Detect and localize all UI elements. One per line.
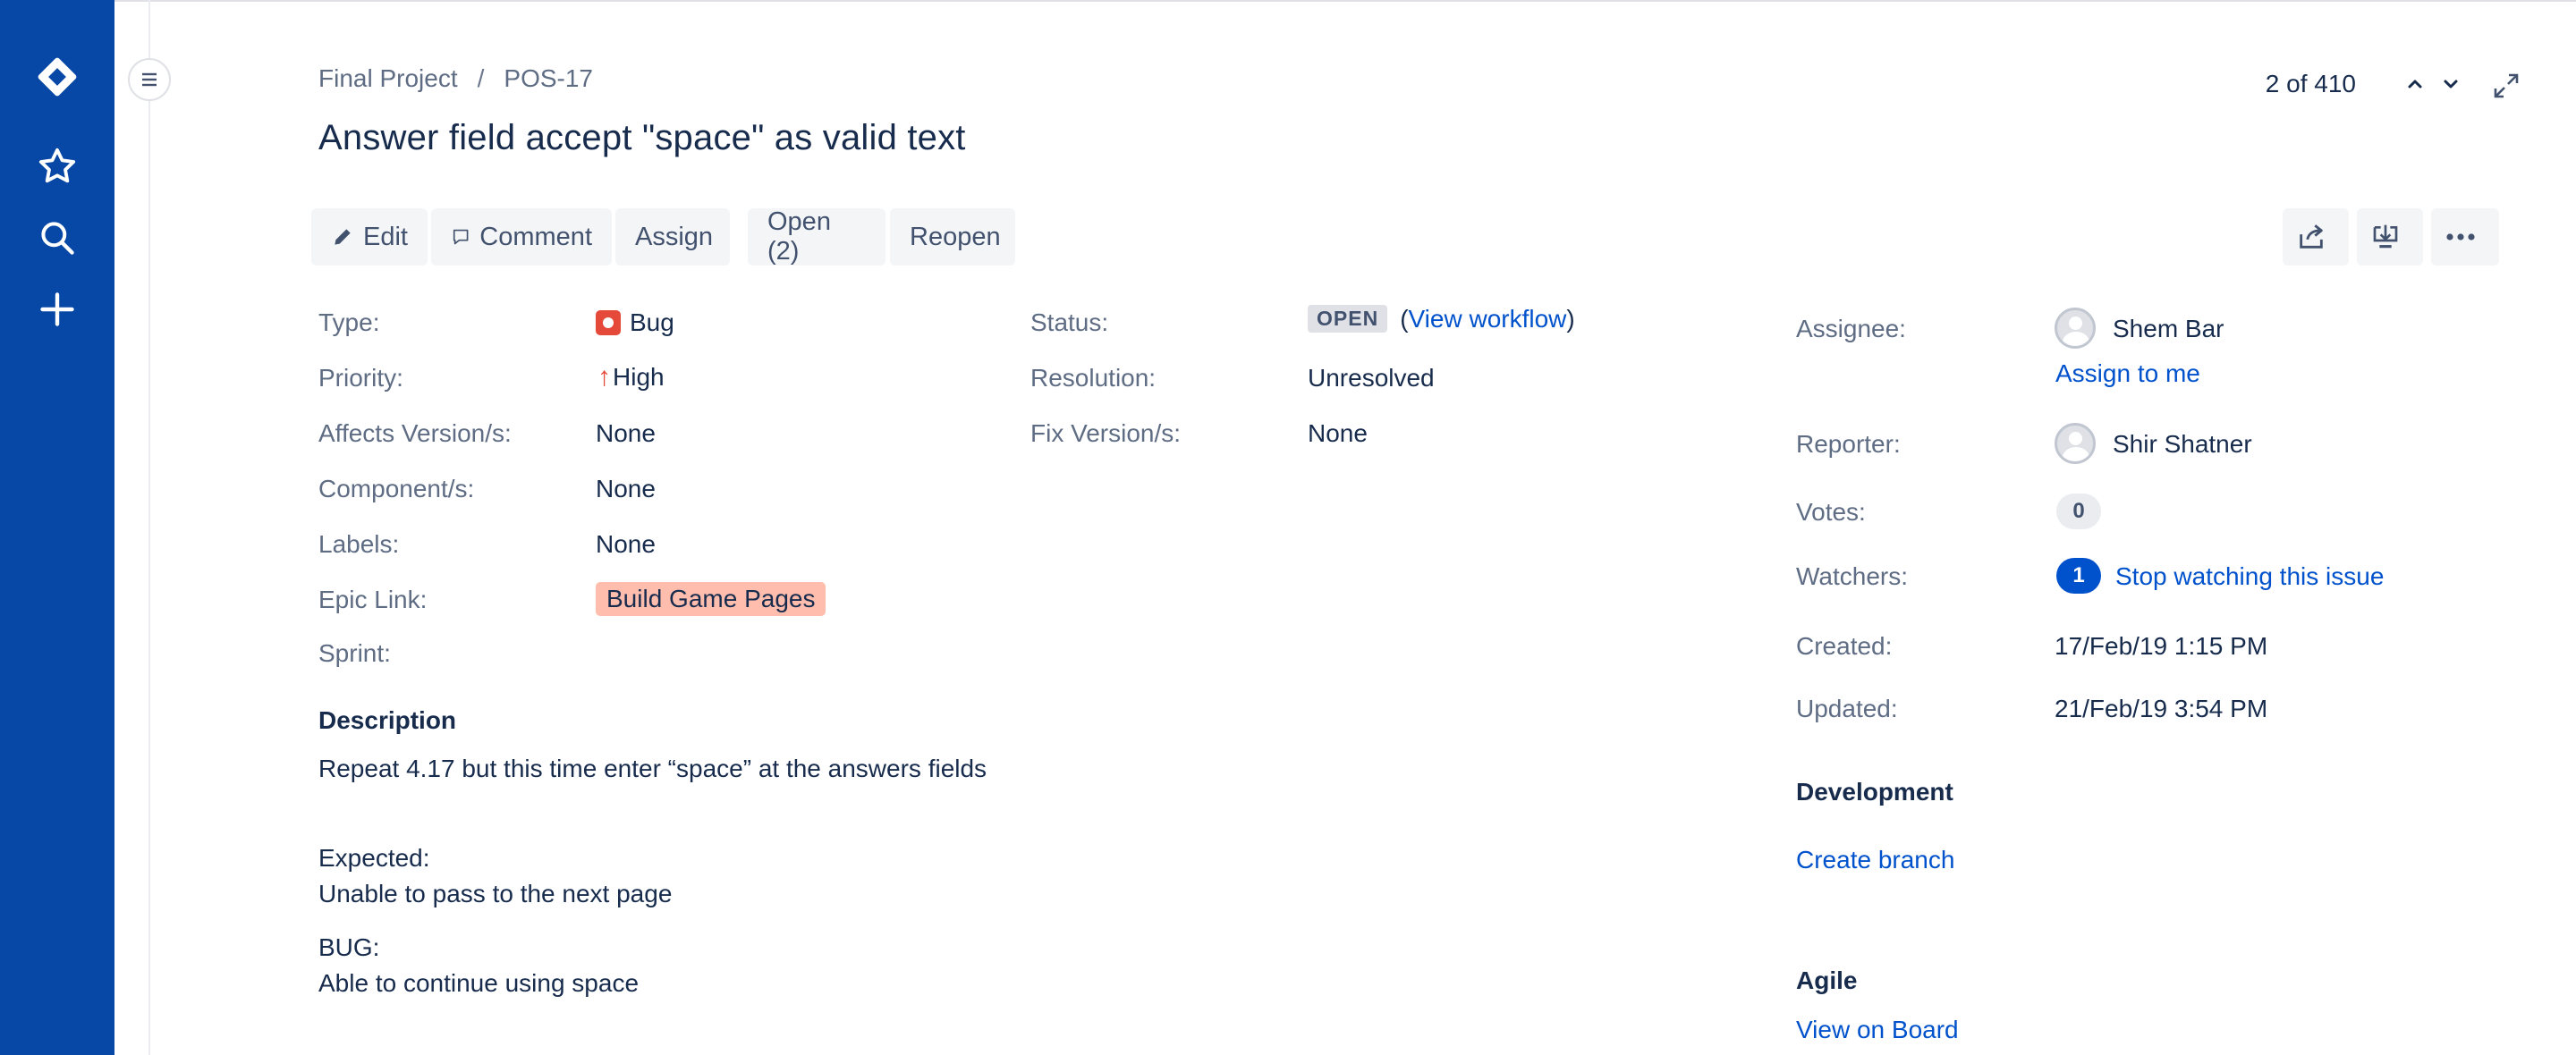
priority-high-icon: ↑	[597, 362, 611, 392]
type-value-text: Bug	[630, 308, 674, 336]
updated-value: 21/Feb/19 3:54 PM	[2055, 695, 2268, 722]
workflow-paren-close: )	[1566, 305, 1575, 333]
description-line[interactable]: Repeat 4.17 but this time enter “space” …	[318, 755, 987, 783]
priority-value-text: High	[613, 363, 665, 391]
epic-link-lozenge[interactable]: Build Game Pages	[596, 582, 826, 616]
global-sidebar	[0, 0, 114, 1055]
menu-icon	[142, 72, 157, 87]
comment-icon	[453, 229, 469, 245]
issue-title[interactable]: Answer field accept "space" as valid tex…	[318, 118, 966, 158]
more-icon	[2446, 233, 2475, 241]
export-button[interactable]	[2357, 208, 2423, 266]
assignee-label: Assignee:	[1796, 315, 1906, 342]
edit-button-label: Edit	[363, 222, 408, 251]
breadcrumb: Final Project / POS-17	[318, 64, 593, 93]
assign-button[interactable]: Assign	[615, 208, 730, 266]
labels-value[interactable]: None	[596, 530, 656, 559]
created-value: 17/Feb/19 1:15 PM	[2055, 632, 2268, 660]
description-heading: Description	[318, 706, 457, 734]
share-button[interactable]	[2283, 208, 2349, 266]
star-icon[interactable]	[32, 141, 82, 191]
search-icon[interactable]	[32, 213, 82, 263]
avatar	[2055, 308, 2096, 349]
watchers-label: Watchers:	[1796, 562, 1908, 590]
chevron-up-icon[interactable]	[2397, 66, 2433, 102]
expand-icon[interactable]	[2488, 68, 2524, 104]
more-actions-button[interactable]	[2431, 208, 2499, 266]
status-label: Status:	[1030, 308, 1109, 336]
created-label: Created:	[1796, 632, 1893, 660]
type-label: Type:	[318, 308, 380, 336]
reopen-button-label: Reopen	[910, 222, 1001, 251]
avatar	[2055, 423, 2096, 464]
labels-label: Labels:	[318, 530, 400, 558]
fix-version-value[interactable]: None	[1308, 419, 1368, 448]
components-value[interactable]: None	[596, 475, 656, 503]
sprint-label: Sprint:	[318, 639, 391, 667]
chevron-down-icon[interactable]	[2433, 66, 2469, 102]
jira-logo-icon[interactable]	[32, 52, 82, 102]
breadcrumb-separator: /	[477, 64, 485, 92]
status-value: OPEN (View workflow)	[1308, 305, 1575, 333]
components-label: Component/s:	[318, 475, 475, 502]
comment-button-label: Comment	[479, 222, 592, 251]
affects-version-label: Affects Version/s:	[318, 419, 512, 447]
description-line[interactable]: Able to continue using space	[318, 969, 639, 998]
votes-badge[interactable]: 0	[2056, 494, 2101, 529]
view-on-board-link[interactable]: View on Board	[1796, 1016, 1959, 1044]
workflow-paren-open: (	[1400, 305, 1409, 333]
reporter-label: Reporter:	[1796, 430, 1901, 458]
resolution-label: Resolution:	[1030, 364, 1157, 392]
type-value[interactable]: Bug	[596, 308, 674, 337]
watchers-badge[interactable]: 1	[2056, 558, 2101, 594]
assign-to-me-link[interactable]: Assign to me	[2055, 359, 2200, 388]
edit-button[interactable]: Edit	[311, 208, 428, 266]
affects-version-value[interactable]: None	[596, 419, 656, 448]
description-line[interactable]: BUG:	[318, 933, 379, 962]
votes-label: Votes:	[1796, 498, 1866, 526]
create-branch-link[interactable]: Create branch	[1796, 846, 1954, 874]
fix-version-label: Fix Version/s:	[1030, 419, 1182, 447]
assign-button-label: Assign	[635, 222, 714, 251]
status-badge[interactable]: OPEN	[1308, 305, 1388, 333]
view-workflow-link[interactable]: View workflow	[1409, 305, 1567, 333]
reporter-name[interactable]: Shir Shatner	[2113, 430, 2252, 459]
open-transition-button[interactable]: Open (2)	[748, 207, 886, 266]
sidebar-toggle-button[interactable]	[128, 58, 171, 101]
bug-icon	[596, 310, 621, 335]
breadcrumb-project[interactable]: Final Project	[318, 64, 458, 93]
development-heading: Development	[1796, 778, 1953, 806]
priority-value[interactable]: ↑High	[597, 362, 665, 392]
top-border	[0, 0, 2576, 2]
reopen-button[interactable]: Reopen	[890, 208, 1015, 266]
priority-label: Priority:	[318, 364, 403, 392]
updated-label: Updated:	[1796, 695, 1898, 722]
comment-button[interactable]: Comment	[431, 208, 612, 266]
pencil-icon	[335, 229, 351, 245]
epic-link-label: Epic Link:	[318, 586, 428, 613]
description-line[interactable]: Expected:	[318, 844, 430, 873]
share-icon	[2300, 224, 2323, 249]
issue-pager-text: 2 of 410	[2265, 70, 2356, 97]
open-button-label: Open (2)	[767, 207, 831, 266]
export-icon	[2373, 224, 2398, 249]
plus-icon[interactable]	[32, 284, 82, 334]
sidebar-divider	[148, 0, 150, 1055]
stop-watching-link[interactable]: Stop watching this issue	[2115, 562, 2384, 591]
breadcrumb-issue-key[interactable]: POS-17	[504, 64, 593, 93]
description-line[interactable]: Unable to pass to the next page	[318, 880, 672, 908]
resolution-value: Unresolved	[1308, 364, 1435, 392]
assignee-name[interactable]: Shem Bar	[2113, 315, 2224, 343]
agile-heading: Agile	[1796, 966, 1858, 994]
